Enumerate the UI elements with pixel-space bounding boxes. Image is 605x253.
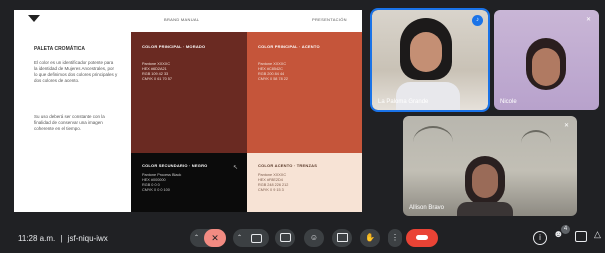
- present-icon: [336, 233, 348, 243]
- participant-face: [472, 164, 498, 198]
- participant-tile-2[interactable]: ✕ Nicole: [494, 10, 599, 110]
- meeting-separator: |: [60, 234, 63, 243]
- emoji-icon: ☺: [309, 233, 319, 242]
- panel-title: COLOR SECUNDARIO · NEGRO: [142, 163, 208, 168]
- info-icon[interactable]: i: [533, 231, 547, 245]
- speaking-indicator-icon: ♪: [472, 15, 483, 26]
- chevron-up-icon[interactable]: ⌃: [237, 229, 242, 247]
- present-button[interactable]: [332, 229, 352, 247]
- more-icon: ⋮: [391, 233, 399, 242]
- emoji-button[interactable]: ☺: [304, 229, 324, 247]
- participant-name: Allison Bravo: [409, 205, 445, 211]
- participant-tile-3[interactable]: ✕ Allison Bravo: [403, 116, 577, 216]
- end-call-icon: [416, 235, 428, 241]
- panel-specs: Pantone XXXXC HEX #6D2A21 RGB 109 42 33 …: [142, 62, 172, 81]
- camera-control-group[interactable]: ⌃: [233, 229, 269, 247]
- raise-hand-button[interactable]: ✋: [360, 229, 380, 247]
- wall-decoration: [413, 126, 453, 158]
- slide-header-center: BRAND MANUAL: [164, 17, 200, 22]
- panel-title: COLOR PRINCIPAL · MORADO: [142, 44, 206, 49]
- participant-face: [532, 48, 560, 86]
- people-count-badge: 4: [561, 225, 570, 234]
- hand-icon: ✋: [365, 233, 375, 242]
- chat-icon[interactable]: [575, 231, 587, 242]
- mic-off-icon: ✕: [563, 123, 570, 129]
- mic-off-icon: ✕: [585, 17, 592, 23]
- more-options-button[interactable]: ⋮: [388, 229, 402, 247]
- color-panel-primary: COLOR PRINCIPAL · MORADO Pantone XXXXC H…: [131, 32, 247, 153]
- panel-specs: Pantone XXXXC HEX #C8542C RGB 200 84 44 …: [258, 62, 288, 81]
- camera-icon[interactable]: [251, 234, 262, 243]
- participant-face: [410, 32, 442, 72]
- mic-off-icon[interactable]: ✕: [204, 229, 226, 247]
- chevron-up-icon[interactable]: ⌃: [194, 229, 199, 247]
- brand-logo-icon: [28, 15, 40, 22]
- palette-paragraph-2: Su uso deberá ser constante con la final…: [34, 114, 105, 131]
- color-panel-accent: COLOR PRINCIPAL · ACENTO Pantone XXXXC H…: [247, 32, 362, 153]
- panel-title: COLOR ACENTO · TRENZAS: [258, 163, 318, 168]
- meeting-info: 11:28 a.m. | jsf-niqu-iwx: [18, 234, 108, 243]
- participant-name: La Paloma Grande: [378, 99, 429, 105]
- cursor-icon: ↖: [233, 165, 239, 171]
- end-call-button[interactable]: [406, 229, 438, 247]
- palette-title: PALETA CROMÁTICA: [34, 46, 86, 52]
- meeting-time: 11:28 a.m.: [18, 234, 56, 243]
- meeting-code: jsf-niqu-iwx: [67, 234, 108, 243]
- participant-shirt: [396, 82, 460, 110]
- activities-icon[interactable]: △: [594, 229, 601, 240]
- color-panel-black: COLOR SECUNDARIO · NEGRO Pantone Process…: [131, 153, 247, 212]
- slide-header-right: PRESENTACIÓN: [312, 17, 347, 22]
- slide-header: BRAND MANUAL PRESENTACIÓN: [14, 10, 362, 32]
- color-panel-cream: COLOR ACENTO · TRENZAS Pantone XXXXC HEX…: [247, 153, 362, 212]
- mic-control-group[interactable]: ⌃ ✕: [190, 229, 226, 247]
- captions-button[interactable]: [275, 229, 295, 247]
- shared-presentation: BRAND MANUAL PRESENTACIÓN PALETA CROMÁTI…: [14, 10, 362, 212]
- participant-name: Nicole: [500, 99, 517, 105]
- participant-tile-1[interactable]: ♪ La Paloma Grande: [370, 8, 490, 112]
- panel-title: COLOR PRINCIPAL · ACENTO: [258, 44, 320, 49]
- participant-shirt: [457, 202, 513, 216]
- panel-specs: Pantone XXXXC HEX #F8E2D4 RGB 248 226 21…: [258, 173, 289, 192]
- slide-left-column: PALETA CROMÁTICA El color es un identifi…: [14, 32, 131, 212]
- wall-decoration: [521, 130, 551, 156]
- palette-paragraph-1: El color es un identificador potente par…: [34, 60, 118, 83]
- panel-specs: Pantone Process Black HEX #000000 RGB 0 …: [142, 173, 182, 192]
- captions-icon: [279, 233, 291, 243]
